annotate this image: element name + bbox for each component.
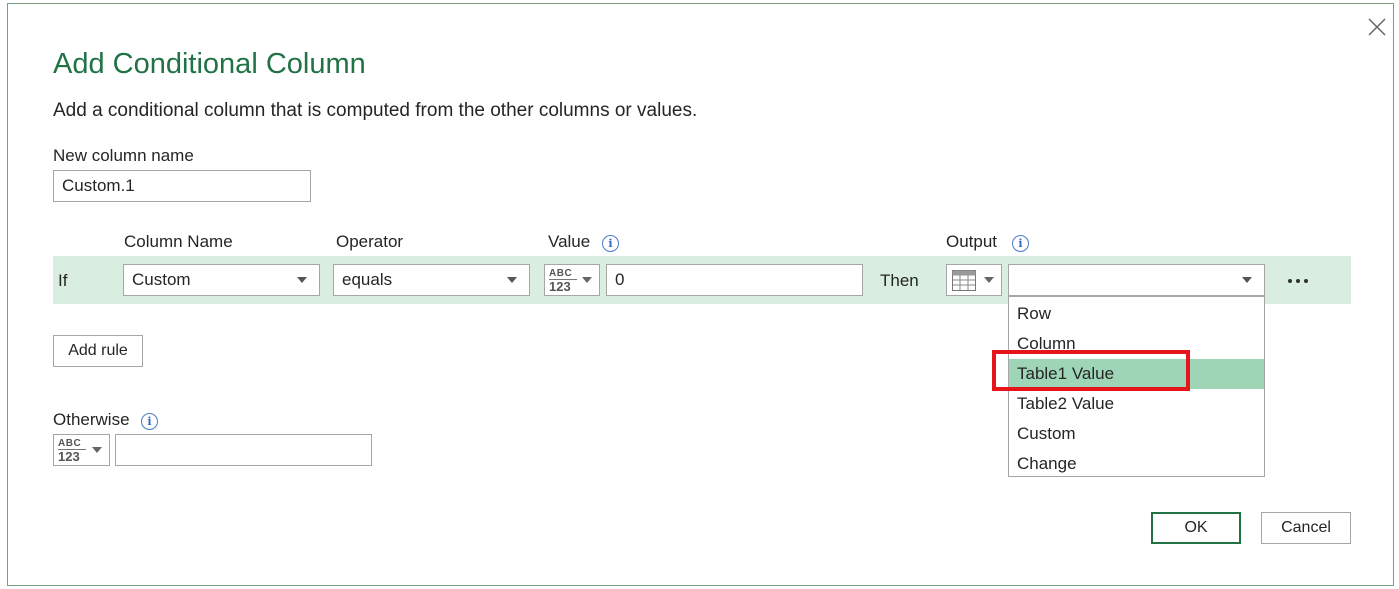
otherwise-value-input[interactable]	[115, 434, 372, 466]
otherwise-label: Otherwise	[53, 410, 130, 429]
dropdown-option-row[interactable]: Row	[1009, 299, 1264, 329]
chevron-down-icon	[1242, 277, 1252, 283]
chevron-down-icon	[582, 277, 592, 283]
dialog-title: Add Conditional Column	[53, 48, 366, 80]
dialog-subtitle: Add a conditional column that is compute…	[53, 100, 698, 121]
cancel-button[interactable]: Cancel	[1261, 512, 1351, 544]
more-options-button[interactable]	[1280, 269, 1316, 293]
new-column-name-label: New column name	[53, 146, 194, 165]
column-name-header: Column Name	[124, 232, 233, 251]
chevron-down-icon	[984, 277, 994, 283]
abc-123-type-icon: ABC 123	[549, 269, 577, 293]
chevron-down-icon	[92, 447, 102, 453]
operator-header: Operator	[336, 232, 404, 251]
abc-123-type-icon: ABC 123	[58, 439, 86, 463]
output-select[interactable]	[1008, 264, 1265, 296]
chevron-down-icon	[297, 277, 307, 283]
new-column-name-input[interactable]: Custom.1	[53, 170, 311, 202]
add-rule-button[interactable]: Add rule	[53, 335, 143, 367]
table-icon	[952, 270, 976, 291]
type-icon-bottom-text: 123	[549, 279, 577, 293]
close-icon	[1368, 18, 1386, 36]
ellipsis-dot-icon	[1288, 279, 1292, 283]
annotation-highlight-box	[992, 350, 1190, 391]
chevron-down-icon	[507, 277, 517, 283]
type-icon-bottom-text: 123	[58, 449, 86, 463]
operator-select[interactable]: equals	[333, 264, 530, 296]
ellipsis-dot-icon	[1296, 279, 1300, 283]
output-header: Output	[946, 232, 998, 251]
column-name-value: Custom	[132, 270, 191, 289]
value-info-icon[interactable]: i	[602, 235, 619, 252]
close-button[interactable]	[1363, 13, 1391, 41]
value-type-button[interactable]: ABC 123	[544, 264, 600, 296]
output-type-button[interactable]	[946, 264, 1002, 296]
dropdown-option-table2-value[interactable]: Table2 Value	[1009, 389, 1264, 419]
column-name-select[interactable]: Custom	[123, 264, 320, 296]
otherwise-info-icon[interactable]: i	[141, 413, 158, 430]
type-icon-top-text: ABC	[549, 268, 573, 279]
ellipsis-dot-icon	[1304, 279, 1308, 283]
value-input[interactable]: 0	[606, 264, 863, 296]
if-label: If	[58, 271, 68, 290]
operator-value: equals	[342, 270, 393, 289]
type-icon-top-text: ABC	[58, 438, 82, 449]
ok-button[interactable]: OK	[1151, 512, 1241, 544]
otherwise-type-button[interactable]: ABC 123	[53, 434, 110, 466]
dropdown-option-custom[interactable]: Custom	[1009, 419, 1264, 449]
value-header: Value	[548, 232, 591, 251]
dropdown-option-change[interactable]: Change	[1009, 449, 1264, 479]
output-info-icon[interactable]: i	[1012, 235, 1029, 252]
then-label: Then	[880, 271, 919, 290]
add-conditional-column-dialog: Add Conditional Column Add a conditional…	[7, 3, 1394, 586]
